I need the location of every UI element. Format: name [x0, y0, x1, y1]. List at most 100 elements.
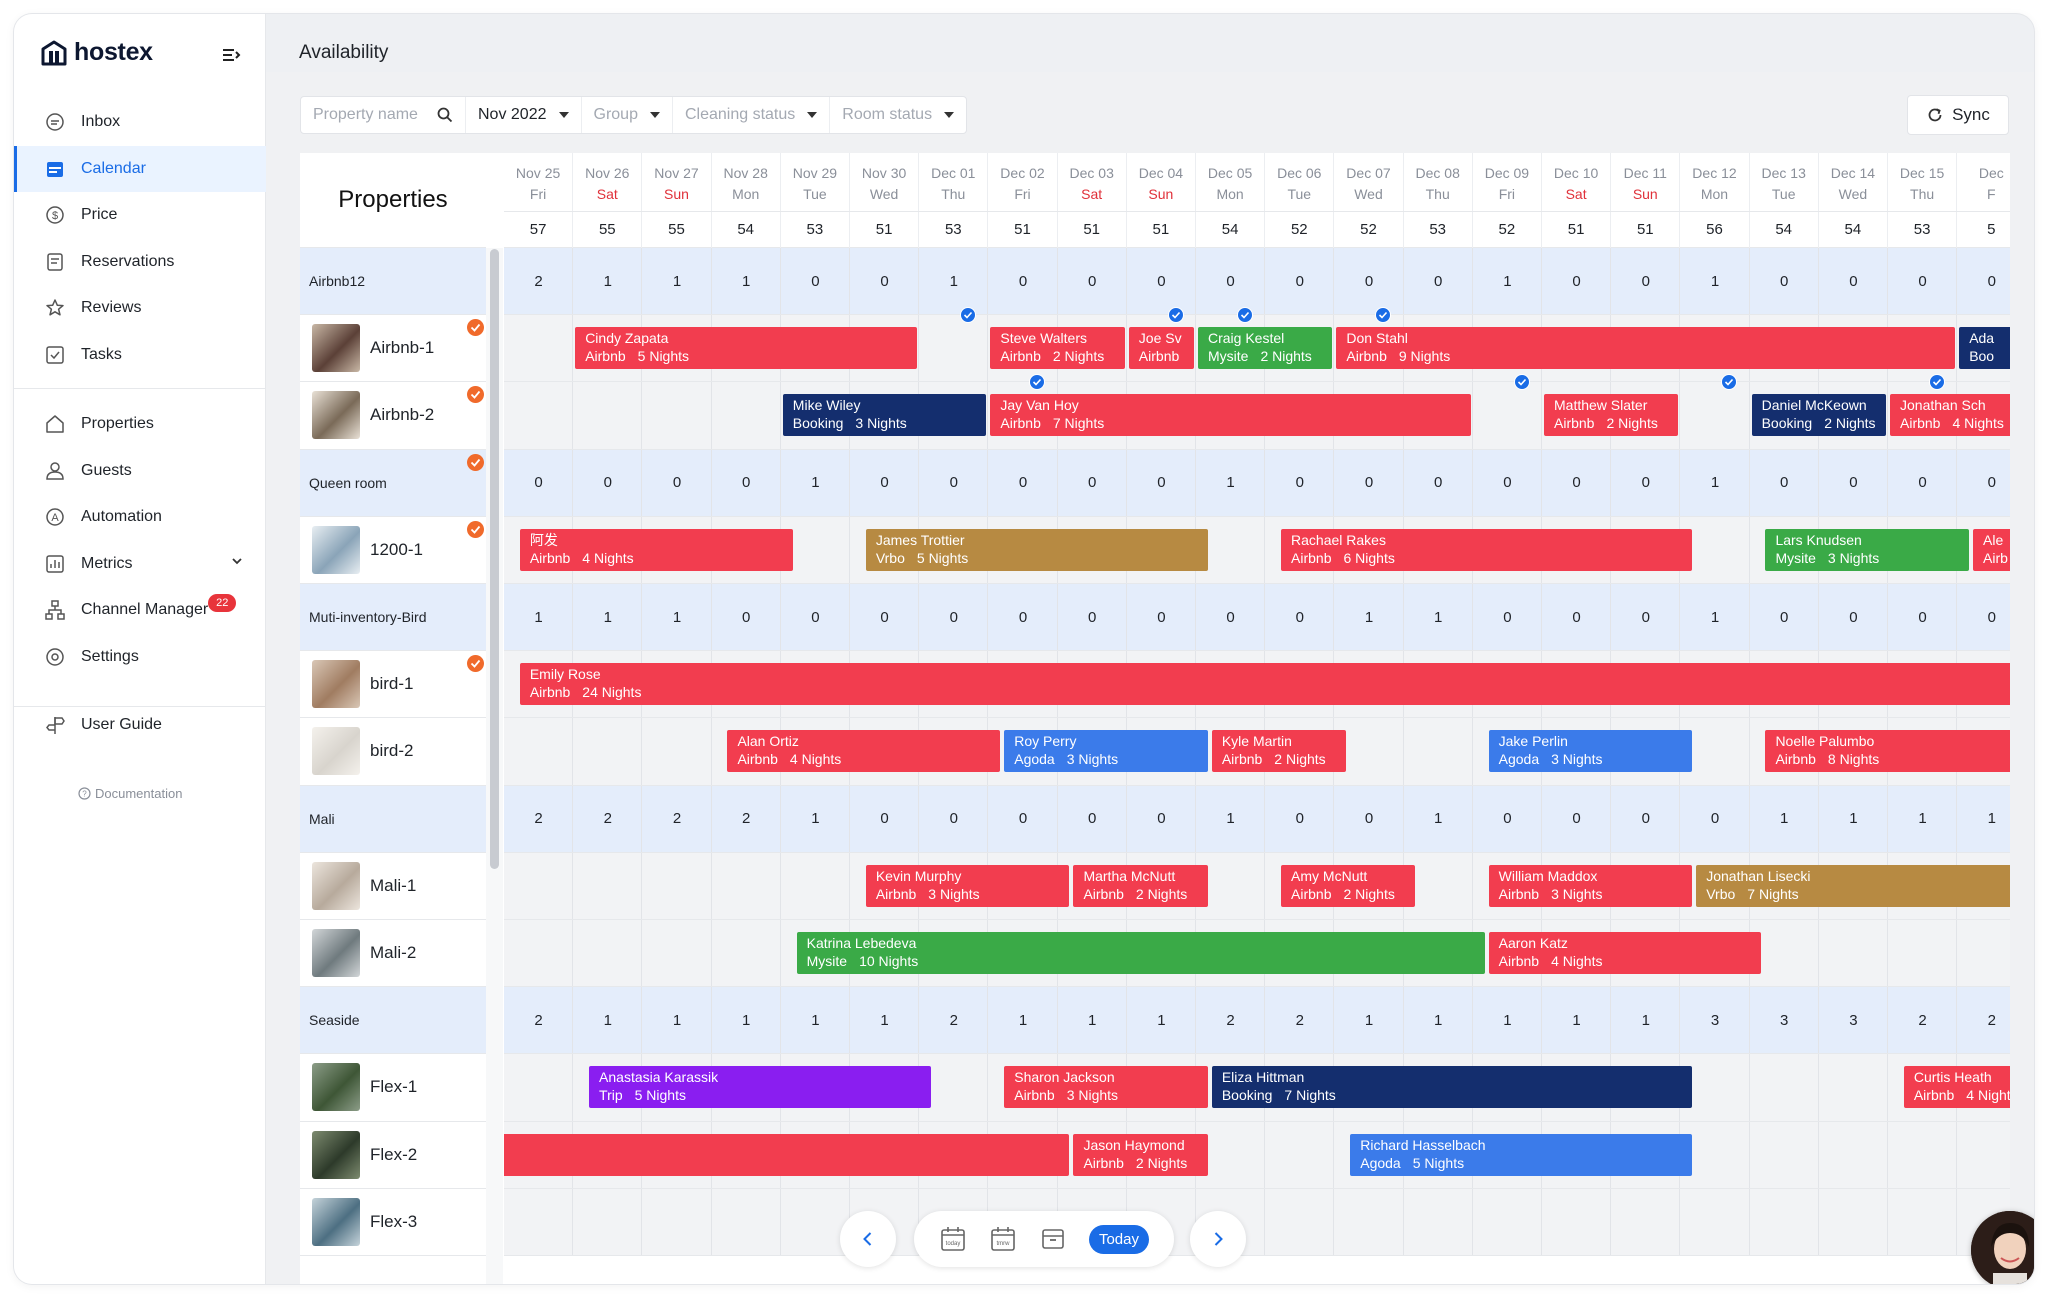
property-row[interactable]: bird-2 [300, 718, 486, 786]
checked-in-icon[interactable] [959, 307, 976, 324]
calendar-cell[interactable] [573, 920, 643, 987]
property-group-row[interactable]: Airbnb12 [300, 248, 486, 316]
property-row[interactable]: 1200-1 [300, 516, 486, 584]
booking-bar[interactable]: Richard Hasselbach Agoda 5 Nights [1350, 1133, 1693, 1176]
calendar-cell[interactable] [919, 315, 989, 382]
calendar-cell[interactable] [1473, 382, 1542, 449]
calendar-cell[interactable] [504, 718, 574, 785]
calendar-cell[interactable] [504, 315, 574, 382]
booking-bar[interactable]: William Maddox Airbnb 3 Nights [1488, 864, 1693, 907]
property-row[interactable]: Flex-2 [300, 1121, 486, 1189]
calendar-cell[interactable] [712, 852, 781, 919]
sidebar-item-reviews[interactable]: Reviews [14, 285, 266, 331]
booking-bar[interactable]: Noelle Palumbo Airbnb 8 Nights [1765, 730, 2010, 773]
booking-bar[interactable]: Don Stahl Airbnb 9 Nights [1336, 327, 1956, 370]
today-button[interactable]: Today [1088, 1224, 1149, 1254]
booking-bar[interactable]: Alan Ortiz Airbnb 4 Nights [727, 730, 1001, 773]
booking-bar[interactable]: Rachael Rakes Airbnb 6 Nights [1281, 528, 1693, 571]
booking-bar[interactable]: Jake Perlin Agoda 3 Nights [1488, 730, 1693, 773]
calendar-cell[interactable] [712, 920, 781, 987]
cleaning-flag-icon[interactable] [467, 520, 484, 538]
property-row[interactable]: Airbnb-2 [300, 382, 486, 450]
calendar-cell[interactable] [642, 1188, 712, 1255]
checked-in-icon[interactable] [1513, 374, 1530, 391]
booking-bar[interactable]: Matthew Slater Airbnb 2 Nights [1544, 394, 1679, 437]
booking-bar[interactable]: Amy McNutt Airbnb 2 Nights [1281, 864, 1416, 907]
calendar-cell[interactable] [781, 852, 850, 919]
archive-button[interactable] [1039, 1225, 1067, 1253]
next-button[interactable] [1190, 1211, 1246, 1267]
booking-bar[interactable]: Cindy Zapata Airbnb 5 Nights [575, 327, 918, 370]
calendar-cell[interactable] [712, 1188, 781, 1255]
documentation-link[interactable]: ? Documentation [78, 786, 182, 801]
cleaning-flag-icon[interactable] [467, 453, 484, 471]
calendar-cell[interactable] [504, 382, 574, 449]
booking-bar[interactable]: Jonathan Lisecki Vrbo 7 Nights [1696, 864, 2010, 907]
calendar-cell[interactable] [1819, 1054, 1888, 1121]
calendar-cell[interactable] [573, 382, 643, 449]
cleaning-status-select[interactable]: Cleaning status [673, 97, 831, 133]
calendar-cell[interactable] [1888, 1188, 1958, 1255]
sidebar-item-inbox[interactable]: Inbox [14, 99, 266, 145]
calendar-cell[interactable] [504, 920, 574, 987]
sidebar-item-user-guide[interactable]: User Guide [14, 702, 266, 748]
property-row[interactable]: Mali-1 [300, 852, 486, 920]
chevron-down-icon[interactable] [230, 554, 244, 573]
calendar-cell[interactable] [1888, 1121, 1958, 1188]
calendar-cell[interactable] [712, 382, 781, 449]
calendar-cell[interactable] [1957, 1122, 2010, 1188]
property-group-row[interactable]: Muti-inventory-Bird [300, 584, 486, 652]
sidebar-item-tasks[interactable]: Tasks [14, 332, 266, 378]
checked-in-icon[interactable] [1721, 374, 1738, 391]
checked-in-icon[interactable] [1167, 307, 1184, 324]
calendar-cell[interactable] [642, 852, 712, 919]
checked-in-icon[interactable] [1029, 374, 1046, 391]
booking-bar[interactable]: Jonathan Sch Airbnb 4 Nights [1890, 394, 2010, 437]
cleaning-flag-icon[interactable] [467, 319, 484, 337]
calendar-cell[interactable] [573, 1188, 643, 1255]
sidebar-item-price[interactable]: $ Price [14, 192, 266, 238]
booking-bar[interactable]: Emily Rose Airbnb 24 Nights [519, 663, 2010, 706]
booking-bar[interactable]: ts [504, 1133, 1070, 1176]
property-row[interactable]: bird-1 [300, 651, 486, 719]
sidebar-item-reservations[interactable]: Reservations [14, 239, 266, 285]
booking-bar[interactable]: Martha McNutt Airbnb 2 Nights [1073, 864, 1208, 907]
property-group-row[interactable]: Queen room [300, 449, 486, 517]
calendar-cell[interactable] [1265, 1121, 1335, 1188]
group-select[interactable]: Group [582, 97, 673, 133]
calendar-cell[interactable] [1334, 1188, 1404, 1255]
checked-in-icon[interactable] [1928, 374, 1945, 391]
booking-bar[interactable]: Kyle Martin Airbnb 2 Nights [1211, 730, 1347, 773]
booking-bar[interactable]: Ada Boo [1959, 327, 2010, 370]
sidebar-item-metrics[interactable]: Metrics [14, 541, 266, 587]
property-group-row[interactable]: Seaside [300, 987, 486, 1055]
brand-logo[interactable]: hostex [40, 38, 153, 67]
booking-bar[interactable]: Steve Walters Airbnb 2 Nights [990, 327, 1125, 370]
calendar-cell[interactable] [642, 382, 712, 449]
calendar-cell[interactable] [1404, 718, 1473, 785]
collapse-sidebar-icon[interactable] [220, 44, 242, 66]
booking-bar[interactable]: Anastasia Karassik Trip 5 Nights [589, 1066, 932, 1109]
booking-bar[interactable]: Jay Van Hoy Airbnb 7 Nights [990, 394, 1471, 437]
booking-bar[interactable]: Jason Haymond Airbnb 2 Nights [1073, 1133, 1208, 1176]
booking-bar[interactable]: Craig Kestel Mysite 2 Nights [1198, 327, 1333, 370]
calendar-cell[interactable] [1750, 1054, 1819, 1121]
calendar-cell[interactable] [504, 852, 574, 919]
booking-bar[interactable]: Sharon Jackson Airbnb 3 Nights [1004, 1066, 1208, 1109]
calendar-cell[interactable] [504, 1188, 574, 1255]
go-today-button[interactable]: today [939, 1225, 967, 1253]
sidebar-item-automation[interactable]: A Automation [14, 494, 266, 540]
calendar-cell[interactable] [1542, 1188, 1612, 1255]
property-row[interactable]: Mali-2 [300, 920, 486, 988]
sidebar-item-properties[interactable]: Properties [14, 401, 266, 447]
calendar-cell[interactable] [504, 1054, 574, 1121]
checked-in-icon[interactable] [1375, 307, 1392, 324]
calendar-cell[interactable] [573, 718, 643, 785]
booking-bar[interactable]: Lars Knudsen Mysite 3 Nights [1765, 528, 1970, 571]
cleaning-flag-icon[interactable] [467, 386, 484, 404]
property-row[interactable]: Flex-3 [300, 1188, 486, 1256]
calendar-cell[interactable] [1888, 920, 1958, 987]
calendar-cell[interactable] [1819, 1121, 1888, 1188]
property-name-search[interactable]: Property name [301, 97, 466, 133]
booking-bar[interactable]: Mike Wiley Booking 3 Nights [782, 394, 987, 437]
